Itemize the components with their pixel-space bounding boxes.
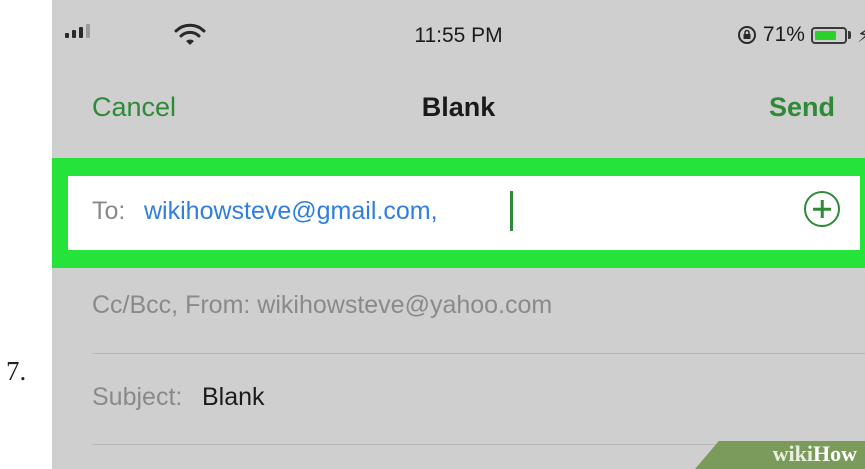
compose-nav-bar: Cancel Blank Send bbox=[52, 72, 865, 158]
status-right: 71% ⚡ bbox=[737, 22, 865, 48]
to-field[interactable]: To: wikihowsteve@gmail.com, bbox=[68, 176, 860, 250]
send-button[interactable]: Send bbox=[769, 92, 835, 123]
add-contact-button[interactable] bbox=[804, 191, 840, 227]
watermark-how: How bbox=[813, 441, 857, 466]
battery-tip bbox=[847, 31, 851, 39]
to-recipient[interactable]: wikihowsteve@gmail.com, bbox=[144, 197, 438, 226]
cc-bcc-from-text: Cc/Bcc, From: wikihowsteve@yahoo.com bbox=[92, 291, 552, 320]
to-label: To: bbox=[92, 197, 126, 225]
cc-label: Cc/Bcc, From: bbox=[92, 291, 251, 319]
text-cursor bbox=[510, 191, 513, 231]
phone-screen: 11:55 PM 71% ⚡ Cancel Blank Send To: wik… bbox=[52, 0, 865, 469]
subject-label: Subject: bbox=[92, 383, 183, 411]
cc-bcc-from-field[interactable]: Cc/Bcc, From: wikihowsteve@yahoo.com bbox=[52, 268, 865, 354]
subject-value[interactable]: Blank bbox=[202, 383, 265, 412]
compose-title: Blank bbox=[421, 92, 496, 122]
subject-field[interactable]: Subject: Blank bbox=[52, 355, 865, 445]
to-field-highlight: To: wikihowsteve@gmail.com, bbox=[52, 158, 865, 268]
status-bar: 11:55 PM 71% ⚡ bbox=[52, 0, 865, 72]
step-number: 7. bbox=[6, 356, 27, 386]
charging-bolt-icon: ⚡ bbox=[856, 24, 865, 47]
battery-icon bbox=[810, 26, 847, 44]
rotation-lock-icon bbox=[737, 26, 756, 44]
watermark-text: wikiHow bbox=[773, 441, 857, 467]
watermark-wiki: wiki bbox=[772, 441, 813, 466]
divider bbox=[92, 353, 865, 354]
from-address: wikihowsteve@yahoo.com bbox=[257, 291, 553, 319]
wikihow-watermark: wikiHow bbox=[695, 441, 865, 469]
battery-percent: 71% bbox=[762, 23, 805, 46]
